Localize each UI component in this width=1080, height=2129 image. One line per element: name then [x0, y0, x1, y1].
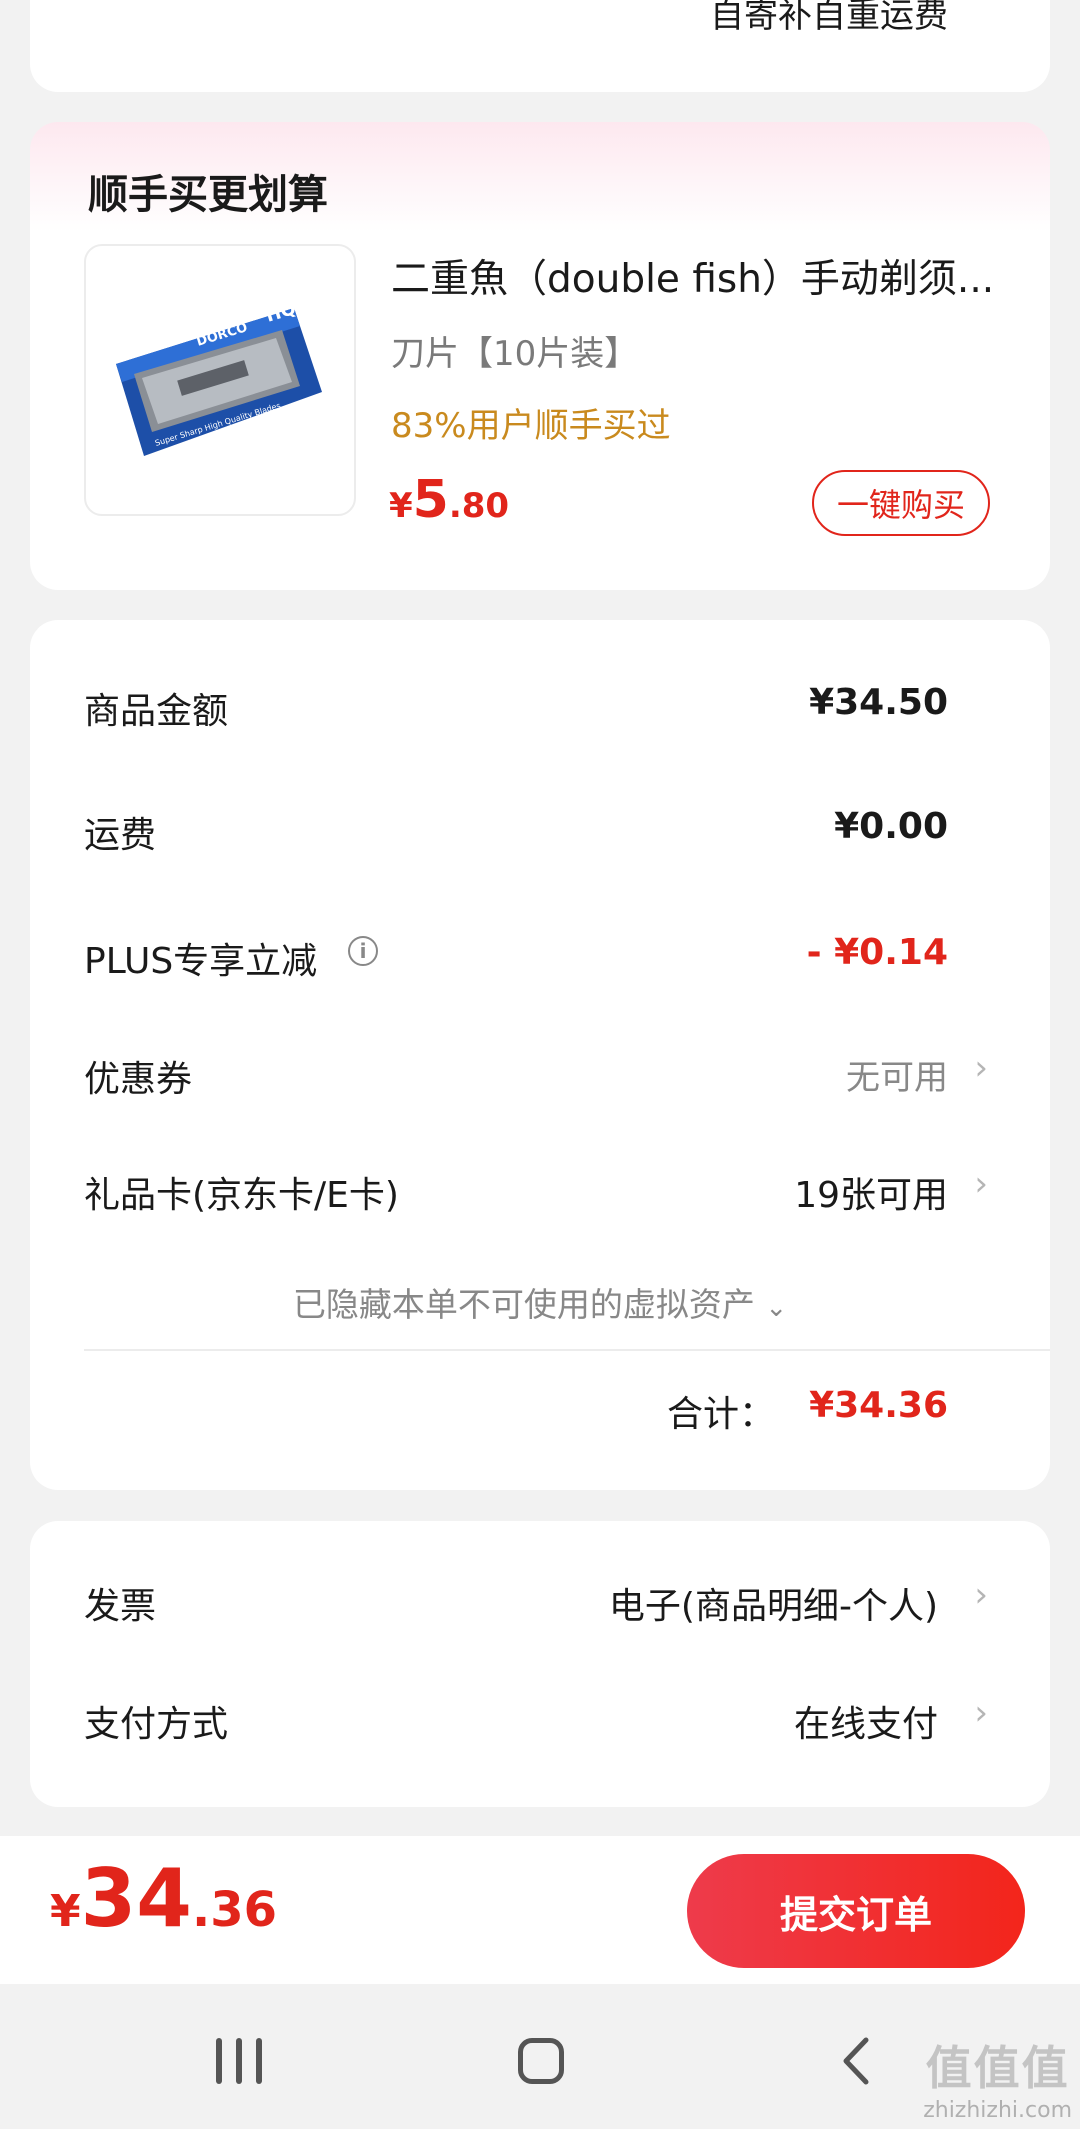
payment-label: 支付方式 [84, 1704, 229, 1745]
product-buy-rate: 83%用户顺手买过 [391, 406, 671, 446]
shipping-card: 自寄补自重运费 [30, 0, 1050, 92]
price-integer: 5 [412, 470, 449, 530]
price-decimal: .80 [448, 486, 510, 526]
divider [84, 1349, 1050, 1351]
price-integer: 34 [80, 1852, 192, 1945]
product-spec: 刀片【10片装】 [391, 334, 639, 374]
product-image[interactable]: DORCO HQ Super Sharp High Quality Blades [84, 244, 356, 516]
chevron-right-icon[interactable]: › [974, 1048, 988, 1088]
one-click-buy-button[interactable]: 一键购买 [812, 470, 990, 536]
chevron-right-icon[interactable]: › [974, 1164, 988, 1204]
checkout-total-price: ¥34.36 [50, 1852, 277, 1945]
watermark: 值值值 zhizhizhi.com [923, 2032, 1072, 2123]
product-price: ¥5.80 [389, 470, 509, 530]
coupon-label: 优惠券 [84, 1059, 193, 1100]
chevron-right-icon[interactable]: › [974, 1693, 988, 1733]
product-name[interactable]: 二重魚（double fish）手动剃须... [391, 248, 1021, 304]
price-decimal: .36 [191, 1882, 277, 1938]
freight-note: 自寄补自重运费 [710, 0, 948, 36]
freight-value: ¥0.00 [834, 806, 948, 847]
price-symbol: ¥ [389, 486, 413, 526]
invoice-payment-card: 发票 电子(商品明细-个人) › 支付方式 在线支付 › [30, 1521, 1050, 1807]
invoice-label: 发票 [84, 1586, 157, 1627]
hidden-assets-text: 已隐藏本单不可使用的虚拟资产 [292, 1285, 755, 1324]
watermark-url: zhizhizhi.com [923, 2098, 1072, 2123]
blade-pack-image: DORCO HQ Super Sharp High Quality Blades [116, 298, 322, 456]
gift-card-label: 礼品卡(京东卡/E卡) [84, 1175, 399, 1216]
plus-discount-value: - ¥0.14 [806, 932, 948, 973]
chevron-right-icon[interactable]: › [974, 1575, 988, 1615]
recent-apps-icon[interactable] [216, 2038, 262, 2084]
gift-card-value[interactable]: 19张可用 [794, 1166, 948, 1218]
submit-order-button[interactable]: 提交订单 [687, 1854, 1025, 1968]
freight-label: 运费 [84, 815, 157, 856]
order-summary-card: 商品金额 ¥34.50 运费 ¥0.00 PLUS专享立减 i - ¥0.14 … [30, 620, 1050, 1490]
recommend-card: 顺手买更划算 DORCO HQ Super Sharp High Quality… [30, 122, 1050, 590]
plus-discount-label: PLUS专享立减 [84, 941, 318, 982]
chevron-down-icon: ⌄ [765, 1293, 788, 1323]
price-symbol: ¥ [50, 1886, 81, 1937]
checkout-bar: ¥34.36 提交订单 [0, 1836, 1080, 1984]
total-label: 合计： [666, 1394, 775, 1435]
watermark-logo: 值值值 [925, 2041, 1070, 2095]
info-icon[interactable]: i [348, 936, 378, 966]
hidden-assets-toggle[interactable]: 已隐藏本单不可使用的虚拟资产 ⌄ [30, 1278, 1050, 1326]
goods-amount-value: ¥34.50 [809, 682, 948, 723]
home-icon[interactable] [518, 2038, 564, 2084]
recommend-title: 顺手买更划算 [88, 172, 328, 218]
back-icon[interactable] [830, 2032, 888, 2090]
goods-amount-label: 商品金额 [84, 691, 229, 732]
system-nav-bar: 值值值 zhizhizhi.com [0, 1984, 1080, 2129]
total-value: ¥34.36 [809, 1385, 948, 1426]
payment-value[interactable]: 在线支付 [794, 1695, 938, 1747]
invoice-value[interactable]: 电子(商品明细-个人) [609, 1577, 938, 1629]
coupon-value[interactable]: 无可用 [846, 1050, 948, 1099]
